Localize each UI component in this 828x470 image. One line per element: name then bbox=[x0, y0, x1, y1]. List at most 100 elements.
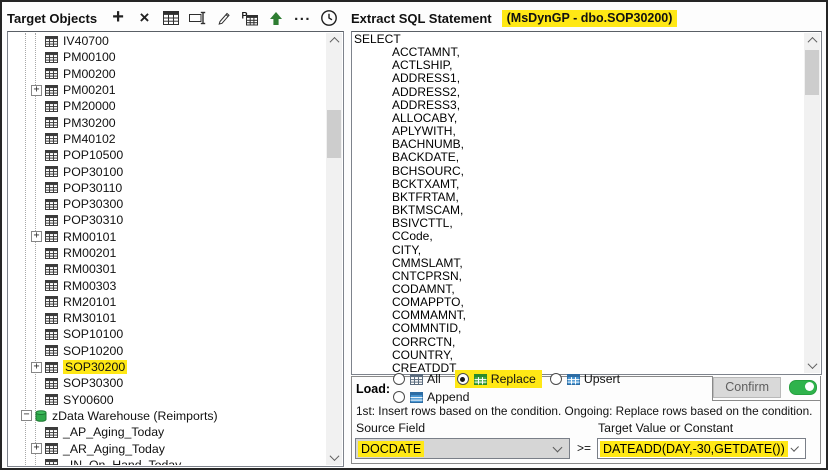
tree-item-rm00101[interactable]: +RM00101 bbox=[9, 229, 326, 245]
scroll-down-button[interactable] bbox=[326, 450, 342, 465]
tree-item-pop30100[interactable]: POP30100 bbox=[9, 163, 326, 179]
tree-indent-spacer bbox=[31, 378, 42, 389]
tree-item-pm20000[interactable]: PM20000 bbox=[9, 98, 326, 114]
table-icon bbox=[45, 329, 58, 340]
ptable-icon[interactable]: P bbox=[239, 8, 261, 28]
radio-upsert[interactable] bbox=[550, 373, 562, 385]
tree-item-pop30310[interactable]: POP30310 bbox=[9, 212, 326, 228]
scrollbar-thumb[interactable] bbox=[805, 50, 819, 95]
tree-item-label: PM00201 bbox=[63, 83, 116, 97]
tree-item-label: PM00100 bbox=[63, 50, 116, 64]
scroll-up-button[interactable] bbox=[326, 33, 342, 48]
tree-item-pm00100[interactable]: PM00100 bbox=[9, 49, 326, 65]
expand-plus-icon[interactable]: + bbox=[31, 85, 42, 96]
target-value-label: Target Value or Constant bbox=[598, 421, 806, 435]
sql-statement-text[interactable]: SELECTACCTAMNT,ACTLSHIP,ADDRESS1,ADDRESS… bbox=[354, 33, 803, 373]
confirm-button[interactable]: Confirm bbox=[713, 377, 781, 398]
tree-item-label: POP10500 bbox=[63, 148, 123, 162]
load-panel: Load: AllReplaceUpsertAppend Confirm 1st… bbox=[351, 376, 821, 464]
sql-statement-box: SELECTACCTAMNT,ACTLSHIP,ADDRESS1,ADDRESS… bbox=[351, 31, 822, 375]
tree-item-label: PM40102 bbox=[63, 132, 116, 146]
tree-scrollbar[interactable] bbox=[326, 33, 342, 465]
load-option-append[interactable]: Append bbox=[393, 390, 469, 404]
tree-indent-spacer bbox=[31, 296, 42, 307]
load-option-label: Append bbox=[427, 390, 469, 404]
sql-line: COMMNTID, bbox=[354, 322, 803, 335]
tree-item-sy00600[interactable]: SY00600 bbox=[9, 392, 326, 408]
load-label: Load: bbox=[356, 382, 390, 396]
load-option-upsert[interactable]: Upsert bbox=[550, 372, 620, 386]
tree-item-zdata-warehouse-reimports[interactable]: − zData Warehouse (Reimports) bbox=[9, 408, 326, 424]
table-icon bbox=[45, 85, 58, 96]
database-icon bbox=[35, 410, 47, 422]
edit-icon[interactable] bbox=[213, 8, 235, 28]
expand-plus-icon[interactable]: + bbox=[31, 231, 42, 242]
radio-append[interactable] bbox=[393, 391, 405, 403]
tree-item-label: zData Warehouse (Reimports) bbox=[52, 409, 218, 423]
expand-plus-icon[interactable]: + bbox=[31, 362, 42, 373]
tree-item-pm30200[interactable]: PM30200 bbox=[9, 114, 326, 130]
tree-item-label: POP30110 bbox=[63, 181, 122, 195]
load-toggle-switch[interactable] bbox=[789, 380, 817, 395]
tree-item-rm00201[interactable]: RM00201 bbox=[9, 245, 326, 261]
tree-item-rm20101[interactable]: RM20101 bbox=[9, 294, 326, 310]
more-icon[interactable]: ... bbox=[292, 8, 314, 28]
sql-line: CNTCPRSN, bbox=[354, 270, 803, 283]
collapse-minus-icon[interactable]: − bbox=[21, 410, 32, 421]
tree-item-pm00200[interactable]: PM00200 bbox=[9, 66, 326, 82]
chevron-down-icon bbox=[553, 442, 563, 452]
radio-all[interactable] bbox=[393, 373, 405, 385]
tree-item-rm00301[interactable]: RM00301 bbox=[9, 261, 326, 277]
load-option-replace[interactable]: Replace bbox=[455, 370, 542, 388]
tree-item-label: _IN_On_Hand_Today bbox=[63, 458, 181, 465]
sql-scrollbar[interactable] bbox=[804, 33, 820, 373]
target-value-dropdown[interactable]: DATEADD(DAY,-30,GETDATE()) bbox=[597, 438, 806, 459]
tree-item-pop10500[interactable]: POP10500 bbox=[9, 147, 326, 163]
table-icon bbox=[45, 248, 58, 259]
expand-plus-icon[interactable]: + bbox=[31, 443, 42, 454]
tree-item-rm30101[interactable]: RM30101 bbox=[9, 310, 326, 326]
delete-icon[interactable]: × bbox=[133, 8, 155, 28]
radio-replace[interactable] bbox=[457, 373, 469, 385]
table-icon bbox=[45, 150, 58, 161]
source-field-label: Source Field bbox=[356, 421, 570, 435]
tree-item-sop30200[interactable]: +SOP30200 bbox=[9, 359, 326, 375]
source-field-dropdown[interactable]: DOCDATE bbox=[355, 438, 570, 459]
sql-line: CORRCTN, bbox=[354, 336, 803, 349]
tree-item-ar-aging-today[interactable]: + _AR_Aging_Today bbox=[9, 440, 326, 456]
load-description: 1st: Insert rows based on the condition.… bbox=[352, 401, 820, 419]
sql-line: BCKTXAMT, bbox=[354, 178, 803, 191]
tree-item-sop10200[interactable]: SOP10200 bbox=[9, 343, 326, 359]
table-icon bbox=[45, 264, 58, 275]
upload-icon[interactable] bbox=[265, 8, 287, 28]
tree-item-label: IV40700 bbox=[63, 34, 109, 48]
tree-item-in-on-hand-today[interactable]: _IN_On_Hand_Today bbox=[9, 457, 326, 465]
tree-item-pop30300[interactable]: POP30300 bbox=[9, 196, 326, 212]
table-icon bbox=[45, 68, 58, 79]
tree-item-iv40700[interactable]: IV40700 bbox=[9, 33, 326, 49]
scrollbar-thumb[interactable] bbox=[327, 110, 341, 158]
table-icon[interactable] bbox=[160, 8, 182, 28]
add-icon[interactable]: + bbox=[107, 8, 129, 28]
table-icon bbox=[45, 362, 58, 373]
tree-rows: IV40700 PM00100 PM00200 + PM00201PM20000PM30… bbox=[9, 33, 326, 465]
tree-item-pm00201[interactable]: + PM00201 bbox=[9, 82, 326, 98]
tree-item-sop30300[interactable]: SOP30300 bbox=[9, 375, 326, 391]
tree-indent-spacer bbox=[31, 101, 42, 112]
tree-item-rm00303[interactable]: RM00303 bbox=[9, 277, 326, 293]
tree-item-pop30110[interactable]: POP30110 bbox=[9, 180, 326, 196]
schedule-icon[interactable] bbox=[318, 8, 340, 28]
load-option-all[interactable]: All bbox=[393, 372, 441, 386]
tree-indent-spacer bbox=[31, 166, 42, 177]
tree-item-label: POP30310 bbox=[63, 213, 123, 227]
scroll-up-button[interactable] bbox=[804, 33, 820, 48]
table-icon bbox=[45, 215, 58, 226]
tree-item-ap-aging-today[interactable]: _AP_Aging_Today bbox=[9, 424, 326, 440]
rename-icon[interactable] bbox=[186, 8, 208, 28]
tree-item-label: _AR_Aging_Today bbox=[63, 442, 165, 456]
load-option-label: Upsert bbox=[584, 372, 620, 386]
tree-item-pm40102[interactable]: PM40102 bbox=[9, 131, 326, 147]
tree-item-sop10100[interactable]: SOP10100 bbox=[9, 326, 326, 342]
scroll-down-button[interactable] bbox=[804, 358, 820, 373]
extract-sql-title: Extract SQL Statement bbox=[351, 11, 492, 26]
